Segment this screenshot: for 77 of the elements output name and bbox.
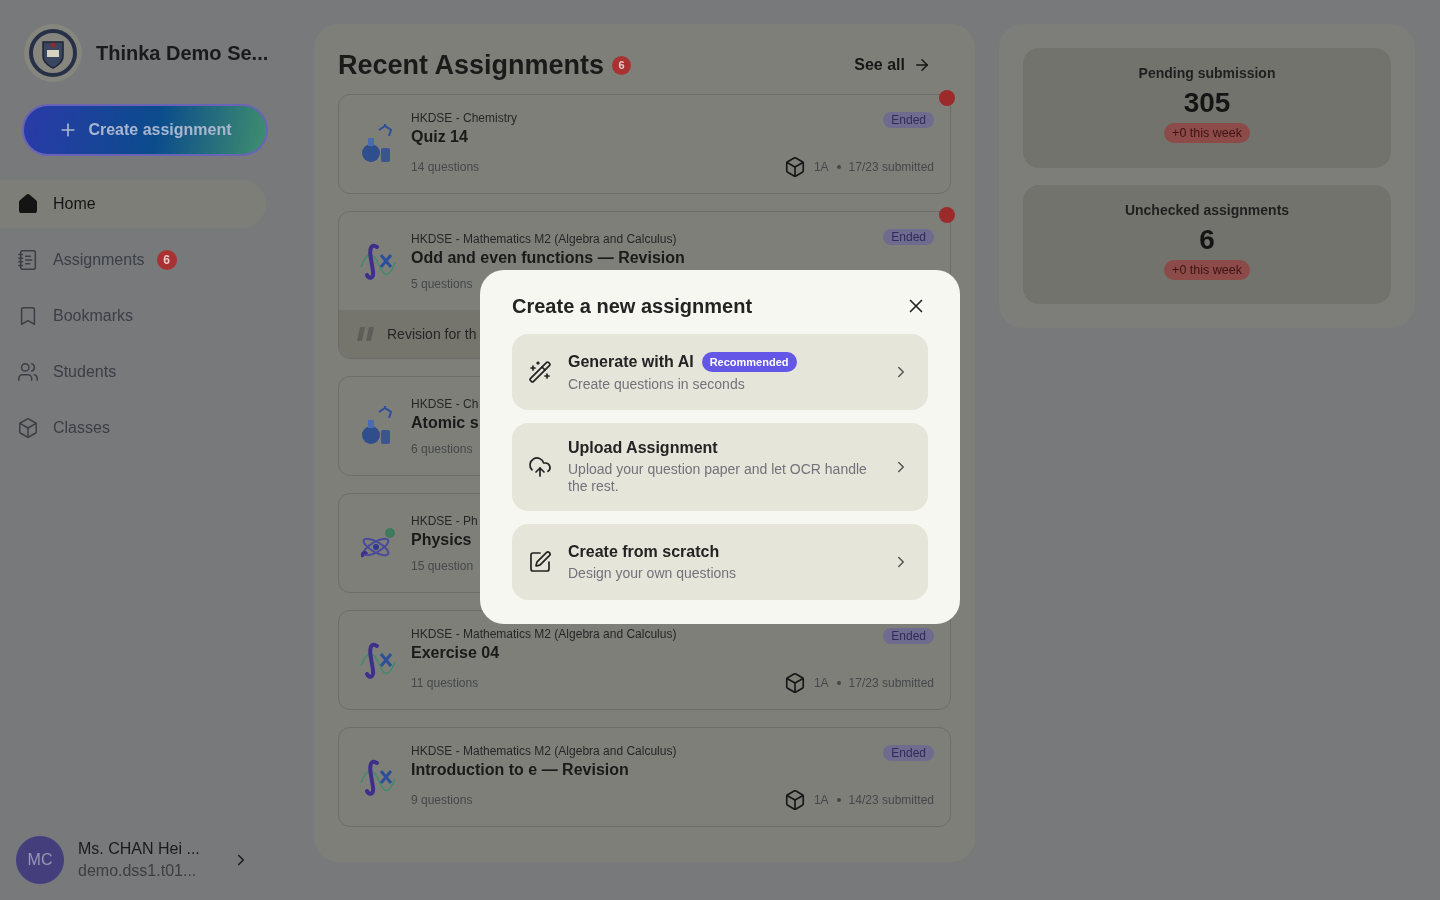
crest-icon [24,24,82,82]
subject-label: HKDSE - Mathematics M2 (Algebra and Calculus) [411,743,677,758]
assignment-title: Quiz 14 [411,127,468,146]
option-description: Design your own questions [568,564,738,582]
sidebar-item[interactable]: Bookmarks [0,292,266,340]
function-icon [359,640,397,680]
dialog-title: Create a new assignment [512,294,753,318]
sidebar-item[interactable]: Assignments 6 [0,236,266,284]
option-description: Upload your question paper and let OCR handle the rest. [568,461,868,495]
status-badge: Ended [883,112,934,128]
status-badge: Ended [883,229,934,245]
function-icon [359,241,397,281]
subject-label: HKDSE - Ph [411,513,478,528]
assignment-card[interactable]: HKDSE - Chemistry Ended Quiz 14 14 questions 1A 17/23 submitted [338,94,951,194]
subject-label: HKDSE - Ch [411,396,479,411]
option-title: Generate with AI [568,352,694,371]
user-email: demo.dss1.t01... [78,862,198,880]
sidebar-item[interactable]: Home [0,180,266,228]
submission-count: 14/23 submitted [848,792,934,807]
create-assignment-button[interactable]: Create assignment [22,104,268,156]
question-count: 15 question [411,558,474,573]
sidebar-item[interactable]: Classes [0,404,266,452]
assignment-title: Physics [411,530,472,549]
cube-icon [783,155,806,178]
recommended-tag: Recommended [701,351,797,372]
note-text: Revision for th [387,326,477,342]
option-card[interactable]: Create from scratch Design your own questions [512,524,928,600]
stat-label: Pending submission [1138,65,1276,81]
assignment-title: Exercise 04 [411,643,500,662]
section-title: Recent Assignments [338,49,605,81]
change-badge: +0 this week [1164,259,1250,280]
pen-square-icon [528,550,552,574]
subject-label: HKDSE - Chemistry [411,110,517,125]
change-badge: +0 this week [1164,123,1250,143]
status-badge: Ended [883,745,934,761]
class-label: 1A [813,792,829,807]
user-name: Ms. CHAN Hei ... [78,840,201,858]
assignment-title: Atomic s [411,413,479,432]
option-title: Upload Assignment [568,439,718,457]
sidebar-item[interactable]: Students [0,348,266,396]
question-count: 14 questions [411,159,480,174]
stat-value: 305 [1183,87,1231,119]
submission-count: 17/23 submitted [848,159,934,174]
question-count: 5 questions [411,276,473,291]
count-badge: 6 [612,55,632,75]
assignment-title: Introduction to e — Revision [411,760,629,779]
class-label: 1A [813,675,829,690]
function-icon [359,757,397,797]
count-badge: 6 [156,250,177,270]
class-label: 1A [813,159,829,174]
option-card[interactable]: Generate with AI Recommended Create questions in seconds [512,334,928,410]
users-icon [17,361,39,383]
assignment-title: Odd and even functions — Revision [411,248,685,267]
school-name: Thinka Demo Se... [96,41,269,65]
option-card[interactable]: Upload Assignment Upload your question paper and let OCR handle the rest. [512,423,928,511]
cloud-upload-icon [528,455,552,479]
magic-wand-icon [528,360,552,384]
question-count: 9 questions [411,792,473,807]
subject-label: HKDSE - Mathematics M2 (Algebra and Calculus) [411,626,677,641]
see-all-link[interactable]: See all [854,56,931,74]
arrow-right-icon [913,56,931,74]
stat-label: Unchecked assignments [1124,201,1290,218]
user-avatar: MC [16,836,64,884]
notebook-icon [17,249,39,271]
assignment-card[interactable]: HKDSE - Mathematics M2 (Algebra and Calculus) Ended Introduction to e — Revision 9 questions 1A 14/23 submitted [338,727,951,827]
cube-icon [783,671,806,694]
home-icon [17,193,39,215]
status-badge: Ended [883,628,934,644]
option-description: Create questions in seconds [568,375,746,393]
question-count: 11 questions [411,675,479,690]
option-title: Create from scratch [568,542,720,561]
submission-count: 17/23 submitted [848,675,934,690]
stat-value: 6 [1199,223,1215,256]
question-count: 6 questions [411,441,473,456]
cube-icon [17,417,39,439]
subject-label: HKDSE - Mathematics M2 (Algebra and Calculus) [411,231,677,246]
cube-icon [783,788,806,811]
